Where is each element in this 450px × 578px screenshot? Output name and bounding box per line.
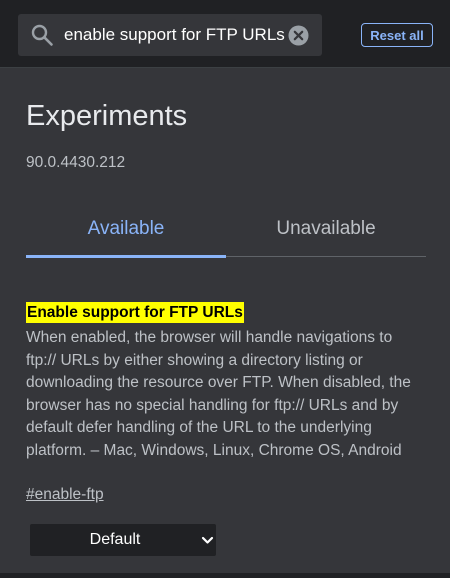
experiment-permalink[interactable]: #enable-ftp <box>26 486 104 504</box>
tab-bar: Available Unavailable <box>26 200 426 258</box>
search-icon <box>31 24 53 46</box>
bottom-edge <box>0 573 450 578</box>
tab-unavailable[interactable]: Unavailable <box>226 200 426 257</box>
top-bar: enable support for FTP URLs Reset all <box>0 0 450 68</box>
experiment-title: Enable support for FTP URLs <box>26 302 244 323</box>
tab-selected-indicator <box>26 255 226 258</box>
page-title: Experiments <box>26 100 188 132</box>
search-box[interactable]: enable support for FTP URLs <box>18 14 322 56</box>
version-label: 90.0.4430.212 <box>26 154 126 171</box>
search-input[interactable]: enable support for FTP URLs <box>64 25 285 45</box>
select-value: Default <box>89 531 141 548</box>
clear-search-icon[interactable] <box>288 25 309 46</box>
chevron-down-icon <box>201 536 214 544</box>
tab-available[interactable]: Available <box>26 200 226 257</box>
experiment-state-select[interactable]: Default <box>30 524 216 556</box>
experiment-description: When enabled, the browser will handle na… <box>26 329 411 459</box>
reset-all-button[interactable]: Reset all <box>361 23 433 47</box>
